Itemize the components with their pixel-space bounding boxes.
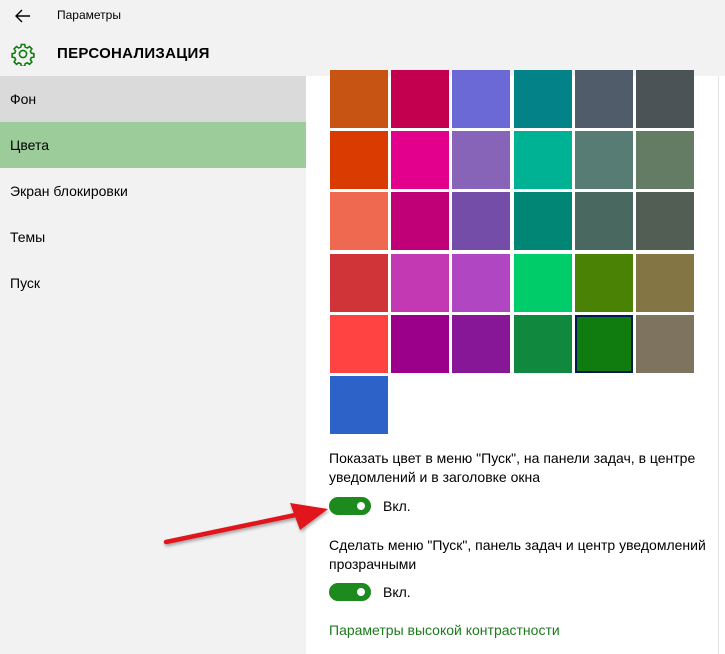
red-arrow-icon xyxy=(163,503,328,545)
back-arrow-icon xyxy=(15,9,30,23)
title-bar: Параметры xyxy=(0,0,725,32)
color-swatch[interactable] xyxy=(636,254,694,312)
color-swatch[interactable] xyxy=(330,254,388,312)
color-swatch[interactable] xyxy=(514,254,572,312)
toggle-knob xyxy=(357,502,365,510)
color-swatch[interactable] xyxy=(452,70,510,128)
show-color-label: Показать цвет в меню "Пуск", на панели з… xyxy=(329,450,696,485)
color-swatch[interactable] xyxy=(514,131,572,189)
color-swatch[interactable] xyxy=(391,315,449,373)
transparency-label: Сделать меню "Пуск", панель задач и цент… xyxy=(329,537,706,572)
color-swatch[interactable] xyxy=(636,70,694,128)
back-button[interactable] xyxy=(12,6,34,26)
sidebar-item-themes[interactable]: Темы xyxy=(0,214,306,260)
color-swatch[interactable] xyxy=(391,70,449,128)
show-color-state: Вкл. xyxy=(383,498,411,514)
accent-color-grid xyxy=(330,70,695,438)
color-swatch[interactable] xyxy=(330,315,388,373)
sidebar: Фон Цвета Экран блокировки Темы Пуск xyxy=(0,76,306,654)
window-title: Параметры xyxy=(57,8,121,22)
color-swatch[interactable] xyxy=(391,254,449,312)
color-swatch[interactable] xyxy=(391,192,449,250)
color-swatch[interactable] xyxy=(452,192,510,250)
sidebar-item-start[interactable]: Пуск xyxy=(0,260,306,306)
color-swatch[interactable] xyxy=(575,315,633,373)
color-swatch[interactable] xyxy=(452,315,510,373)
sidebar-item-colors[interactable]: Цвета xyxy=(0,122,306,168)
color-swatch[interactable] xyxy=(452,254,510,312)
show-color-toggle[interactable] xyxy=(329,497,371,515)
color-swatch[interactable] xyxy=(514,315,572,373)
color-swatch[interactable] xyxy=(452,131,510,189)
color-swatch[interactable] xyxy=(514,70,572,128)
color-swatch[interactable] xyxy=(575,254,633,312)
transparency-state: Вкл. xyxy=(383,584,411,600)
color-swatch[interactable] xyxy=(330,131,388,189)
sidebar-item-lock-screen[interactable]: Экран блокировки xyxy=(0,168,306,214)
color-swatch[interactable] xyxy=(575,70,633,128)
color-swatch[interactable] xyxy=(636,315,694,373)
color-swatch[interactable] xyxy=(391,131,449,189)
page-title: ПЕРСОНАЛИЗАЦИЯ xyxy=(57,45,210,62)
color-swatch[interactable] xyxy=(575,131,633,189)
gear-icon xyxy=(11,42,35,68)
color-swatch[interactable] xyxy=(330,192,388,250)
color-swatch[interactable] xyxy=(330,70,388,128)
color-swatch[interactable] xyxy=(330,376,388,434)
color-swatch[interactable] xyxy=(514,192,572,250)
color-swatch[interactable] xyxy=(636,131,694,189)
transparency-toggle[interactable] xyxy=(329,583,371,601)
color-swatch[interactable] xyxy=(636,192,694,250)
high-contrast-settings-link[interactable]: Параметры высокой контрастности xyxy=(329,622,560,638)
toggle-knob xyxy=(357,588,365,596)
color-swatch[interactable] xyxy=(575,192,633,250)
sidebar-item-background[interactable]: Фон xyxy=(0,76,306,122)
